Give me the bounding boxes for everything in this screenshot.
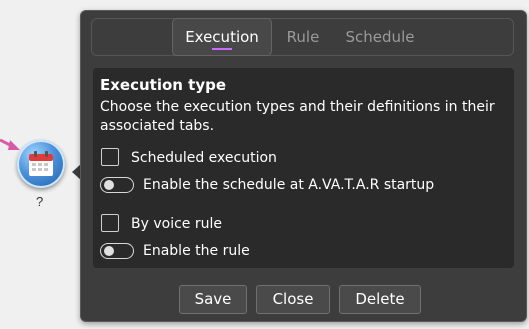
tab-schedule[interactable]: Schedule [342,19,418,55]
toggle-knob [104,180,114,190]
scheduled-execution-label: Scheduled execution [131,150,277,166]
calendar-glyph-icon [29,151,53,176]
tab-bar: Execution Rule Schedule [91,18,514,56]
section-title: Execution type [100,76,227,94]
enable-schedule-label: Enable the schedule at A.VA.T.A.R startu… [143,177,435,193]
tab-active-indicator [212,48,232,50]
tab-rule[interactable]: Rule [280,19,326,55]
enable-rule-label: Enable the rule [143,243,250,259]
voice-rule-checkbox[interactable] [101,214,119,232]
voice-rule-label: By voice rule [131,216,222,232]
tab-execution-label: Execution [185,28,259,46]
tab-execution[interactable]: Execution [172,18,272,56]
node-label: ? [36,194,44,209]
enable-rule-toggle[interactable] [100,243,134,259]
close-button[interactable]: Close [256,285,330,314]
workflow-node[interactable]: ? [0,122,80,222]
save-button[interactable]: Save [179,285,247,314]
connector-arrow-icon [0,138,20,150]
toggle-knob [104,246,114,256]
section-description: Choose the execution types and their def… [100,99,495,134]
delete-button[interactable]: Delete [339,285,421,314]
calendar-icon[interactable] [17,140,65,188]
node-properties-panel: Execution Rule Schedule Execution type C… [80,10,527,322]
execution-type-section: Execution type Choose the execution type… [93,68,514,268]
enable-schedule-toggle[interactable] [100,177,134,193]
scheduled-execution-checkbox[interactable] [101,148,119,166]
